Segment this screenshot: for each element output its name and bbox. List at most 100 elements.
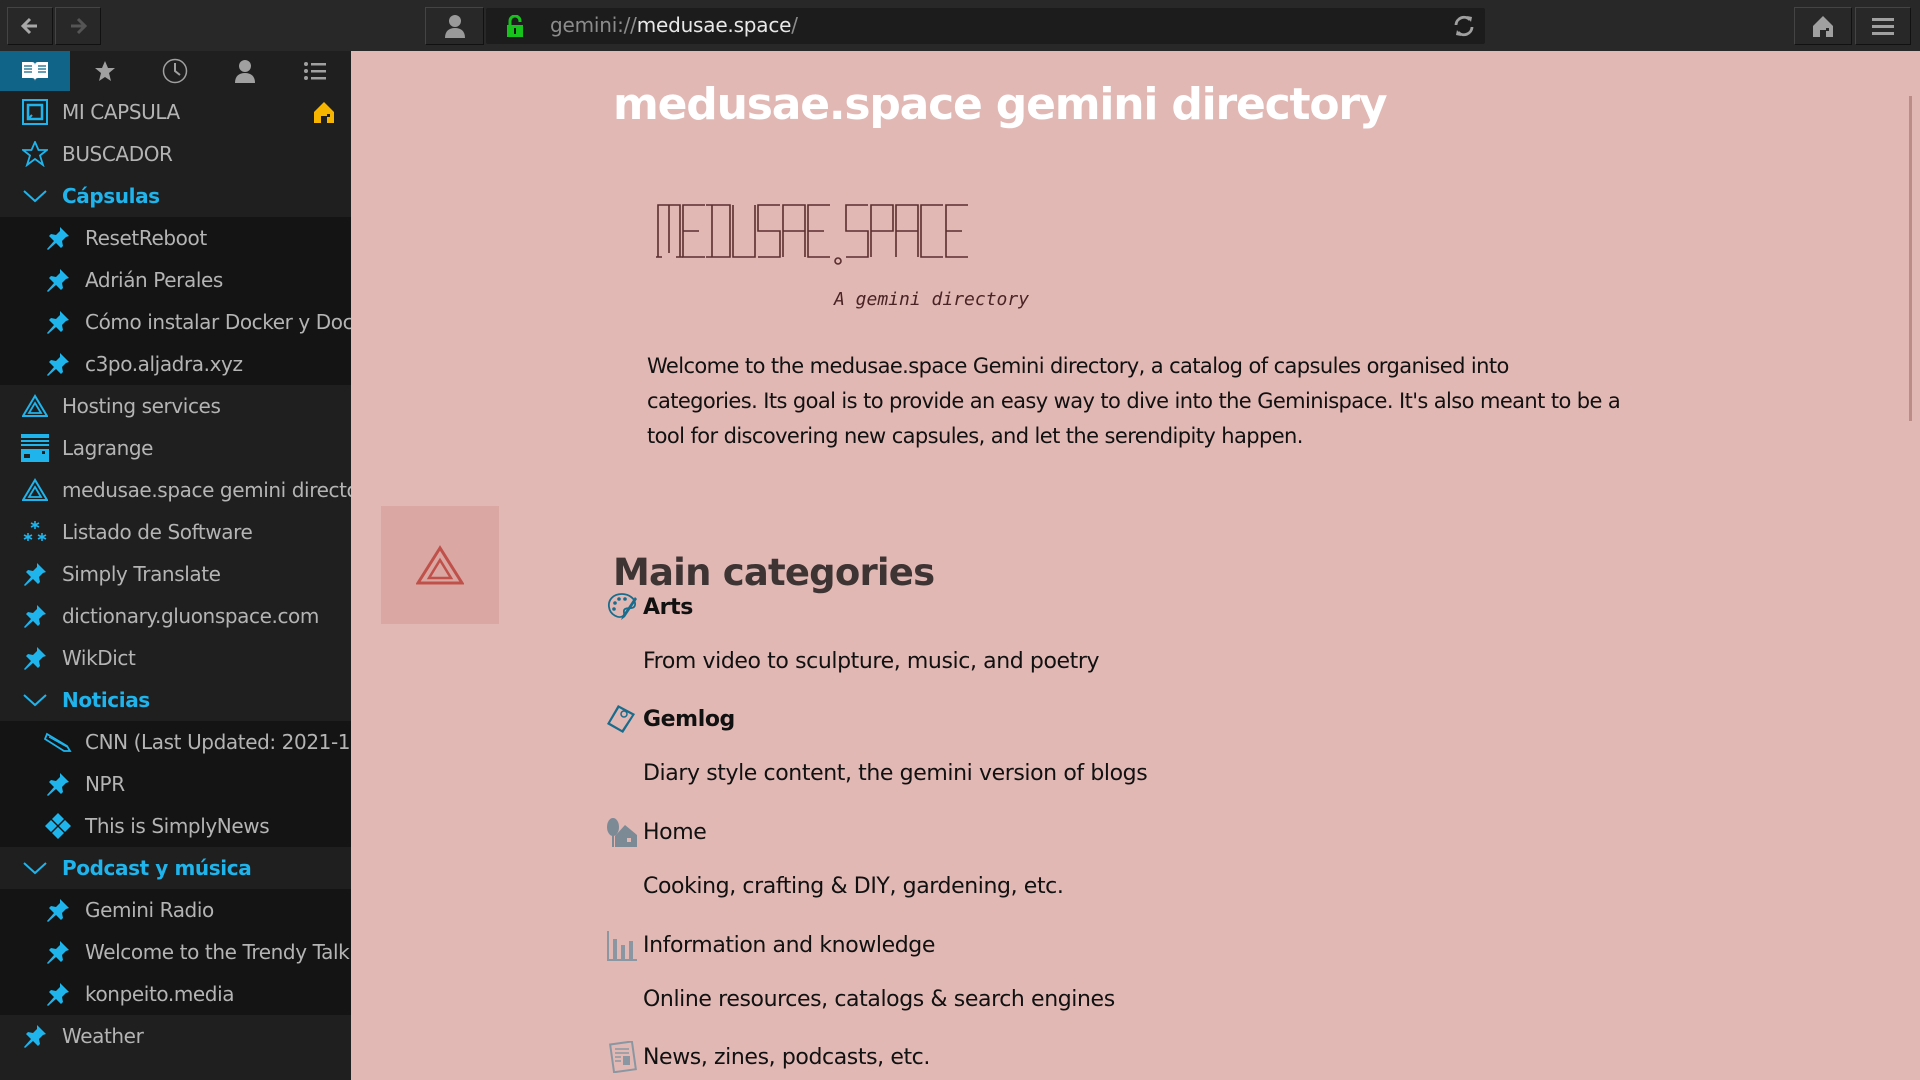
newspaper-icon	[605, 1040, 639, 1074]
tab-identities[interactable]	[210, 51, 280, 91]
category-description: Diary style content, the gemini version …	[643, 761, 1148, 786]
category-row[interactable]: News, zines, podcasts, etc.	[605, 1037, 1605, 1077]
bookmark-item[interactable]: ResetReboot	[0, 217, 351, 259]
category-row[interactable]: Gemlog	[605, 699, 1605, 739]
intro-paragraph: Welcome to the medusae.space Gemini dire…	[647, 349, 1667, 454]
bookmark-item[interactable]: WikDict	[0, 637, 351, 679]
arrow-left-icon	[20, 17, 37, 35]
bookmark-item[interactable]: Listado de Software	[0, 511, 351, 553]
category-description: Cooking, crafting & DIY, gardening, etc.	[643, 874, 1064, 899]
identity-button[interactable]	[425, 7, 484, 45]
bookmark-item[interactable]: medusae.space gemini directory	[0, 469, 351, 511]
intro-line: categories. Its goal is to provide an ea…	[647, 389, 1621, 413]
category-row[interactable]: Arts	[605, 587, 1605, 627]
category-title[interactable]: News, zines, podcasts, etc.	[643, 1045, 930, 1070]
category-row[interactable]: Home	[605, 812, 1605, 852]
pin-icon	[20, 559, 50, 589]
url-text[interactable]: gemini://medusae.space/	[550, 13, 798, 37]
page-favicon	[381, 506, 499, 624]
bookmark-label: Simply Translate	[62, 562, 221, 586]
page-title: medusae.space gemini directory	[613, 79, 1388, 130]
bookmark-label: NPR	[85, 772, 125, 796]
square-frame-icon	[20, 97, 50, 127]
chevron-down-icon	[20, 685, 50, 715]
url-host: medusae.space	[636, 13, 792, 37]
scrollbar[interactable]	[1909, 96, 1912, 421]
clock-icon	[162, 58, 188, 84]
category-title[interactable]: Arts	[643, 595, 693, 620]
bookmark-item[interactable]: Cómo instalar Docker y Docker	[0, 301, 351, 343]
hamburger-menu-icon	[1872, 18, 1894, 35]
bookmark-item[interactable]: CNN (Last Updated: 2021-1	[0, 721, 351, 763]
bookmark-item[interactable]: This is SimplyNews	[0, 805, 351, 847]
category-link[interactable]: Gemlog Diary style content, the gemini ve…	[605, 699, 1605, 786]
ascii-logo	[656, 204, 968, 265]
bookmark-label: Noticias	[62, 688, 150, 712]
category-link[interactable]: Arts From video to sculpture, music, and …	[605, 587, 1605, 674]
tab-bookmarks[interactable]	[0, 51, 70, 91]
person-icon	[235, 60, 255, 83]
pencil-icon	[43, 727, 73, 757]
chevron-down-icon	[20, 853, 50, 883]
category-title[interactable]: Home	[643, 820, 707, 845]
bookmark-label: dictionary.gluonspace.com	[62, 604, 319, 628]
bookmark-label: konpeito.media	[85, 982, 235, 1006]
forward-button[interactable]	[55, 7, 101, 45]
bookmark-label: ResetReboot	[85, 226, 207, 250]
chevron-down-icon	[20, 181, 50, 211]
tab-outline[interactable]	[280, 51, 350, 91]
category-link[interactable]: News, zines, podcasts, etc.	[605, 1037, 1605, 1077]
bookmark-item[interactable]: c3po.aljadra.xyz	[0, 343, 351, 385]
category-description: Online resources, catalogs & search engi…	[643, 987, 1115, 1012]
bookmark-item[interactable]: MI CAPSULA	[0, 91, 351, 133]
bookmark-item[interactable]: Weather	[0, 1015, 351, 1057]
bookmark-label: Cápsulas	[62, 184, 160, 208]
triangle-icon	[20, 475, 50, 505]
star-outline-icon	[20, 139, 50, 169]
bar-chart-icon	[605, 928, 639, 962]
category-row[interactable]: Information and knowledge	[605, 925, 1605, 965]
bookmark-label: MI CAPSULA	[62, 100, 180, 124]
category-link[interactable]: Home Cooking, crafting & DIY, gardening, …	[605, 812, 1605, 899]
list-icon	[304, 62, 326, 80]
bookmark-folder[interactable]: Podcast y música	[0, 847, 351, 889]
tab-history[interactable]	[140, 51, 210, 91]
city-icon	[20, 433, 50, 463]
bookmark-item[interactable]: Gemini Radio	[0, 889, 351, 931]
bookmark-label: This is SimplyNews	[85, 814, 270, 838]
tab-feeds[interactable]	[70, 51, 140, 91]
bookmark-label: medusae.space gemini directory	[62, 478, 351, 502]
category-link[interactable]: Information and knowledge Online resource…	[605, 925, 1605, 1012]
bookmark-item[interactable]: BUSCADOR	[0, 133, 351, 175]
bookmark-label: Podcast y música	[62, 856, 252, 880]
category-title[interactable]: Information and knowledge	[643, 933, 935, 958]
bookmark-label: Listado de Software	[62, 520, 253, 544]
pin-icon	[43, 223, 73, 253]
home-button[interactable]	[1794, 7, 1852, 45]
bookmark-item[interactable]: Lagrange	[0, 427, 351, 469]
url-scheme: gemini://	[550, 13, 637, 37]
bookmark-folder[interactable]: Cápsulas	[0, 175, 351, 217]
category-title[interactable]: Gemlog	[643, 707, 735, 732]
bookmark-item[interactable]: dictionary.gluonspace.com	[0, 595, 351, 637]
pin-icon	[43, 307, 73, 337]
bookmark-item[interactable]: Simply Translate	[0, 553, 351, 595]
bookmark-label: BUSCADOR	[62, 142, 173, 166]
arrow-right-icon	[71, 17, 88, 35]
home-badge-icon	[313, 101, 335, 127]
url-bar[interactable]: gemini://medusae.space/	[486, 8, 1485, 44]
sidebar-tabs	[0, 51, 351, 91]
reload-icon[interactable]	[1451, 13, 1477, 39]
sparkles-icon	[20, 517, 50, 547]
bookmark-item[interactable]: Adrián Perales	[0, 259, 351, 301]
back-button[interactable]	[7, 7, 53, 45]
home-icon	[1813, 16, 1833, 37]
pin-icon	[43, 349, 73, 379]
house-tree-icon	[605, 815, 639, 849]
bookmark-item[interactable]: Hosting services	[0, 385, 351, 427]
menu-button[interactable]	[1855, 7, 1911, 45]
bookmark-item[interactable]: Welcome to the Trendy Talk	[0, 931, 351, 973]
bookmark-item[interactable]: NPR	[0, 763, 351, 805]
bookmark-item[interactable]: konpeito.media	[0, 973, 351, 1015]
bookmark-folder[interactable]: Noticias	[0, 679, 351, 721]
